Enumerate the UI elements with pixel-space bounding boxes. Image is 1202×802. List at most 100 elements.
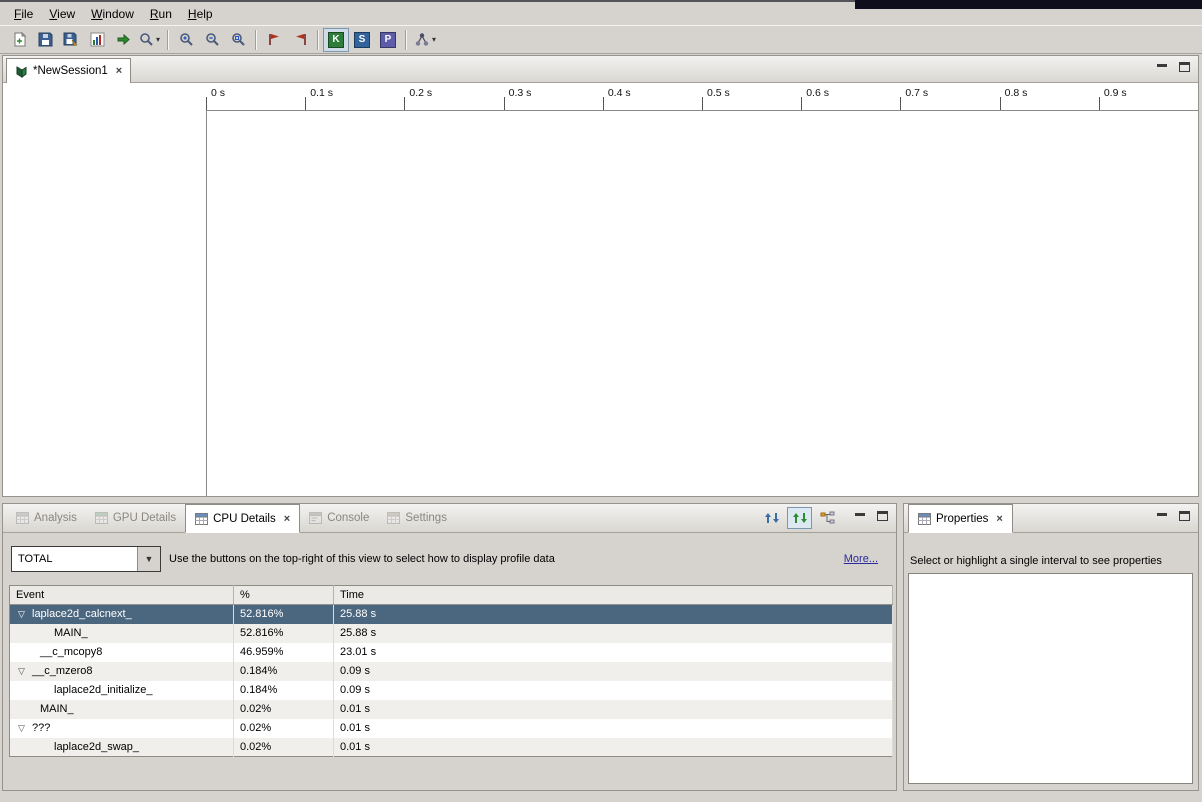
marker-forward-button[interactable] <box>261 28 287 52</box>
call-tree-icon <box>820 511 836 525</box>
timeline-ruler: 0 s 0.1 s 0.2 s 0.3 s 0.4 s 0.5 s 0.6 s … <box>206 83 1198 111</box>
table-row[interactable]: MAIN_ 52.816% 25.88 s <box>10 624 893 643</box>
table-row[interactable]: MAIN_ 0.02% 0.01 s <box>10 700 893 719</box>
tree-expand-icon[interactable]: ▽ <box>18 723 32 734</box>
zoom-fit-icon <box>231 32 246 47</box>
tree-expand-icon[interactable]: ▽ <box>18 666 32 677</box>
percent-cell: 0.184% <box>234 662 334 681</box>
close-icon[interactable]: × <box>284 513 290 525</box>
bottom-view-tab-strip: Analysis GPU Details CPU Details × Conso… <box>3 504 896 533</box>
table-row[interactable]: laplace2d_initialize_ 0.184% 0.09 s <box>10 681 893 700</box>
sort-arrows-icon <box>764 511 780 525</box>
event-cell: ??? <box>32 722 50 734</box>
table-row[interactable]: __c_mcopy8 46.959% 23.01 s <box>10 643 893 662</box>
event-cell: __c_mzero8 <box>32 665 93 677</box>
bar-chart-icon <box>90 32 105 47</box>
tab-label: CPU Details <box>213 513 276 525</box>
more-link[interactable]: More... <box>844 553 878 565</box>
cpu-view-toolbar <box>759 507 840 529</box>
tree-expand-icon[interactable]: ▽ <box>18 609 32 620</box>
percent-cell: 52.816% <box>234 605 334 624</box>
percent-cell: 0.02% <box>234 719 334 738</box>
zoom-in-button[interactable] <box>173 28 199 52</box>
ruler-tick: 0.8 s <box>1000 83 1099 110</box>
cpu-profile-table: Event % Time ▽laplace2d_calcnext_ 52.816… <box>9 585 893 757</box>
import-button[interactable] <box>110 28 136 52</box>
table-row[interactable]: ▽laplace2d_calcnext_ 52.816% 25.88 s <box>10 605 893 624</box>
minimize-icon[interactable] <box>1157 512 1167 521</box>
menu-view[interactable]: View <box>41 4 83 24</box>
close-icon[interactable]: × <box>996 513 1002 525</box>
table-header-row: Event % Time <box>10 586 893 605</box>
maximize-icon[interactable] <box>1179 62 1190 72</box>
toolbar-separator <box>167 30 169 50</box>
ruler-tick: 0.5 s <box>702 83 801 110</box>
marker-backward-button[interactable] <box>287 28 313 52</box>
bottom-up-view-button[interactable] <box>815 507 840 529</box>
menu-help[interactable]: Help <box>180 4 221 24</box>
save-button[interactable] <box>32 28 58 52</box>
editor-tab-strip: *NewSession1 × <box>3 56 1198 83</box>
analysis-dropdown-button[interactable]: ▾ <box>411 28 439 52</box>
timeline-name-column-divider[interactable] <box>206 111 207 496</box>
tab-analysis[interactable]: Analysis <box>7 504 86 532</box>
profile-chart-button[interactable] <box>84 28 110 52</box>
save-as-button[interactable] <box>58 28 84 52</box>
console-tab-icon <box>309 512 322 524</box>
cpu-details-content: TOTAL ▼ Use the buttons on the top-right… <box>3 533 896 790</box>
column-header-percent[interactable]: % <box>234 586 334 605</box>
ruler-tick: 0.7 s <box>900 83 999 110</box>
ruler-tick: 0.2 s <box>404 83 503 110</box>
zoom-out-button[interactable] <box>199 28 225 52</box>
time-cell: 25.88 s <box>334 605 893 624</box>
event-cell: MAIN_ <box>54 627 88 639</box>
zoom-in-icon <box>179 32 194 47</box>
process-toggle-button[interactable]: P <box>375 28 401 52</box>
tab-gpu-details[interactable]: GPU Details <box>86 504 185 532</box>
save-icon <box>38 32 53 47</box>
analysis-molecule-icon <box>414 32 430 47</box>
combobox-dropdown-button[interactable]: ▼ <box>137 547 160 571</box>
ruler-tick: 0.9 s <box>1099 83 1198 110</box>
close-icon[interactable]: × <box>116 65 122 77</box>
chevron-down-icon: ▾ <box>432 36 436 44</box>
table-row[interactable]: ▽__c_mzero8 0.184% 0.09 s <box>10 662 893 681</box>
stream-toggle-button[interactable]: S <box>349 28 375 52</box>
session-tab-label: *NewSession1 <box>33 65 108 77</box>
session-icon <box>15 65 28 78</box>
session-tab[interactable]: *NewSession1 × <box>6 58 131 83</box>
minimize-icon[interactable] <box>855 512 865 521</box>
cpu-help-text: Use the buttons on the top-right of this… <box>169 553 555 565</box>
time-cell: 0.01 s <box>334 738 893 757</box>
minimize-icon[interactable] <box>1157 63 1167 72</box>
properties-empty-box <box>908 573 1193 784</box>
percent-cell: 0.02% <box>234 700 334 719</box>
tab-cpu-details[interactable]: CPU Details × <box>185 504 300 533</box>
menu-file[interactable]: File <box>6 4 41 24</box>
ruler-tick: 0 s <box>206 83 305 110</box>
menu-run[interactable]: Run <box>142 4 180 24</box>
column-header-time[interactable]: Time <box>334 586 893 605</box>
search-dropdown-button[interactable]: ▾ <box>136 28 163 52</box>
zoom-fit-button[interactable] <box>225 28 251 52</box>
top-down-view-button[interactable] <box>787 507 812 529</box>
tab-properties[interactable]: Properties × <box>908 504 1013 533</box>
menu-window[interactable]: Window <box>83 4 142 24</box>
table-row[interactable]: laplace2d_swap_ 0.02% 0.01 s <box>10 738 893 757</box>
kernel-toggle-button[interactable]: K <box>323 28 349 52</box>
settings-tab-icon <box>387 512 400 524</box>
tab-label: GPU Details <box>113 512 176 524</box>
chevron-down-icon: ▼ <box>145 555 154 564</box>
properties-content: Select or highlight a single interval to… <box>904 533 1198 790</box>
ruler-tick: 0.1 s <box>305 83 404 110</box>
maximize-icon[interactable] <box>877 511 888 521</box>
new-session-button[interactable] <box>6 28 32 52</box>
display-mode-combobox[interactable]: TOTAL ▼ <box>11 546 161 572</box>
tab-console[interactable]: Console <box>300 504 378 532</box>
table-row[interactable]: ▽??? 0.02% 0.01 s <box>10 719 893 738</box>
tab-settings[interactable]: Settings <box>378 504 456 532</box>
maximize-icon[interactable] <box>1179 511 1190 521</box>
column-header-event[interactable]: Event <box>10 586 234 605</box>
flat-profile-button[interactable] <box>759 507 784 529</box>
ruler-tick: 0.4 s <box>603 83 702 110</box>
